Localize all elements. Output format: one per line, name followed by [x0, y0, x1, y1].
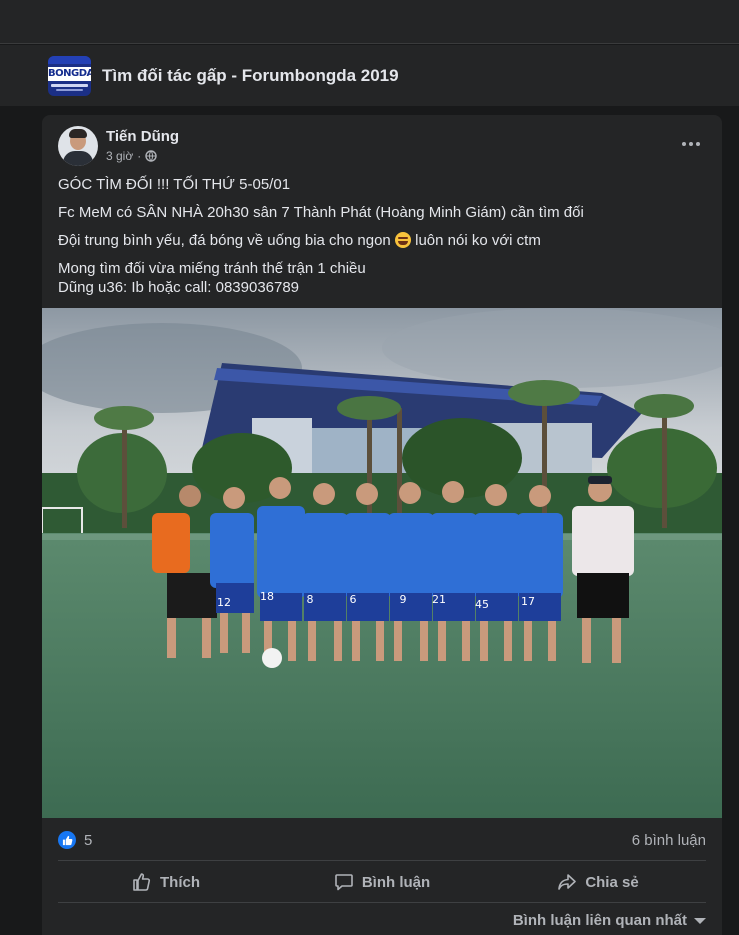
logo-wordmark: BONGDA.N — [48, 66, 91, 81]
post-line: Dũng u36: Ib hoặc call: 0839036789 — [58, 279, 300, 296]
reactions-left[interactable]: 5 — [58, 831, 92, 849]
comment-count[interactable]: 6 bình luận — [632, 832, 706, 849]
laughing-emoji-icon — [394, 232, 411, 248]
post-card: Tiến Dũng 3 giờ · GÓC TÌM ĐỐI !!! TỐI TH… — [42, 115, 722, 935]
comment-bubble-icon — [335, 874, 353, 891]
jersey-number: 45 — [475, 598, 489, 611]
post-line-with-emoji: Đội trung bình yếu, đá bóng về uống bia … — [58, 232, 541, 249]
jersey-number: 12 — [217, 596, 231, 609]
post-photo[interactable]: 12 18 8 6 9 21 45 17 — [42, 308, 722, 818]
group-header: BONGDA.N Tìm đối tác gấp - Forumbongda 2… — [0, 45, 739, 106]
share-arrow-icon — [558, 874, 577, 890]
more-dot — [682, 142, 686, 146]
comment-sort-dropdown[interactable]: Bình luận liên quan nhất — [513, 912, 706, 929]
divider — [58, 902, 706, 903]
meta-separator: · — [137, 149, 142, 163]
reaction-count: 5 — [84, 831, 93, 849]
author-avatar[interactable] — [58, 126, 98, 166]
more-dot — [689, 142, 693, 146]
top-navigation-bar — [0, 0, 739, 44]
comment-button[interactable]: Bình luận — [274, 862, 490, 902]
logo-band-top — [48, 55, 91, 64]
group-title[interactable]: Tìm đối tác gấp - Forumbongda 2019 — [102, 66, 399, 86]
jersey-number: 6 — [350, 593, 357, 606]
team-photo-illustration: 12 18 8 6 9 21 45 17 — [42, 308, 722, 818]
share-button[interactable]: Chia sẻ — [490, 862, 706, 902]
more-dot — [696, 142, 700, 146]
caret-down-icon — [694, 917, 706, 924]
more-horizontal-icon[interactable] — [676, 135, 706, 153]
logo-stripe — [51, 83, 88, 87]
like-button[interactable]: Thích — [58, 862, 274, 902]
jersey-number: 17 — [521, 595, 535, 608]
post-line: Fc MeM có SÂN NHÀ 20h30 sân 7 Thành Phát… — [58, 204, 584, 221]
post-line: GÓC TÌM ĐỐI !!! TỐI THỨ 5-05/01 — [58, 176, 291, 193]
jersey-number: 9 — [400, 593, 407, 606]
globe-icon[interactable] — [145, 150, 157, 162]
logo-stripe-small — [56, 88, 83, 91]
like-label: Thích — [160, 873, 200, 891]
post-time[interactable]: 3 giờ — [106, 148, 133, 164]
reactions-summary: 5 6 bình luận — [58, 829, 706, 851]
author-block: Tiến Dũng 3 giờ · — [106, 128, 179, 164]
divider — [58, 860, 706, 861]
comment-label: Bình luận — [361, 873, 431, 891]
jersey-number: 18 — [260, 590, 274, 603]
avatar-body — [63, 151, 93, 166]
like-reaction-icon — [58, 831, 76, 849]
group-logo[interactable]: BONGDA.N — [48, 55, 91, 96]
post-line: Mong tìm đối vừa miếng tránh thế trận 1 … — [58, 260, 366, 277]
post-message: GÓC TÌM ĐỐI !!! TỐI THỨ 5-05/01 Fc MeM c… — [58, 175, 708, 297]
post-meta: 3 giờ · — [106, 148, 179, 164]
jersey-number: 8 — [307, 593, 314, 606]
post-header: Tiến Dũng 3 giờ · — [58, 126, 179, 166]
comment-sort-label: Bình luận liên quan nhất — [512, 912, 687, 929]
avatar-hair — [69, 129, 87, 138]
jersey-number: 21 — [432, 593, 446, 606]
author-name[interactable]: Tiến Dũng — [106, 128, 179, 146]
post-actions: Thích Bình luận Chia sẻ — [58, 862, 706, 902]
share-label: Chia sẻ — [585, 873, 639, 891]
thumbs-up-icon — [133, 873, 151, 891]
